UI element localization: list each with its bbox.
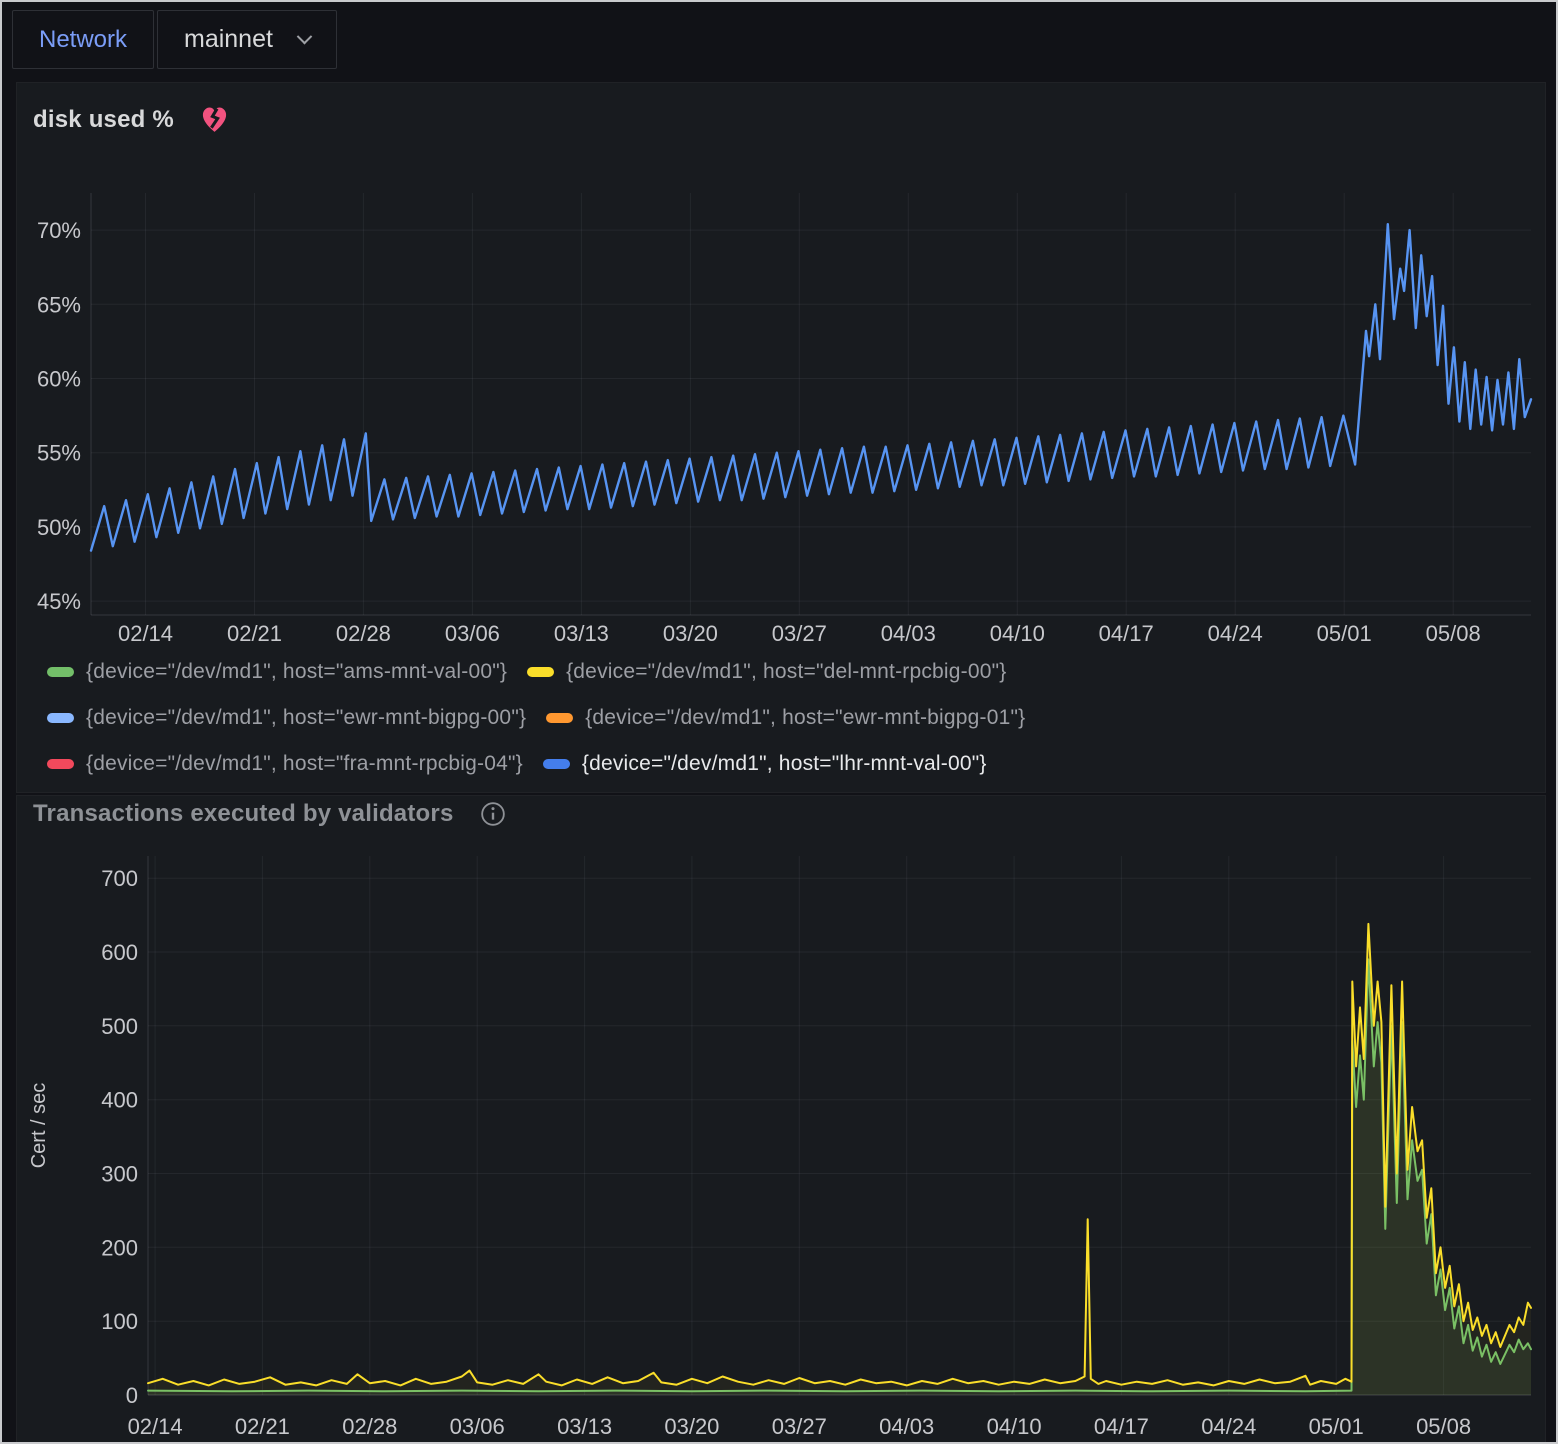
x-axis-tick-label: 02/14 xyxy=(128,1414,183,1439)
panel-disk-used: disk used % 02/14 02/21 02/28 03/06 03/13 03/… xyxy=(16,82,1546,793)
network-label-text: Network xyxy=(39,26,127,54)
x-axis-tick-label: 03/06 xyxy=(450,1414,505,1439)
y-axis-tick-label: 45% xyxy=(37,589,81,614)
legend-item[interactable]: {device="/dev/md1", host="fra-mnt-rpcbig… xyxy=(47,749,523,778)
series-fill xyxy=(148,959,1531,1395)
legend-swatch xyxy=(47,713,74,723)
y-axis-tick-label: 500 xyxy=(101,1014,138,1039)
y-axis-title: Cert / sec xyxy=(28,1083,50,1169)
y-axis-tick-label: 400 xyxy=(101,1088,138,1113)
broken-heart-icon xyxy=(198,103,231,136)
panel-title-disk-used[interactable]: disk used % xyxy=(33,106,174,134)
panel-transactions: Transactions executed by validators 02/1… xyxy=(16,795,1546,1444)
y-axis-tick-label: 70% xyxy=(37,218,81,243)
x-axis-tick-label: 04/03 xyxy=(881,621,936,646)
x-axis-tick-label: 05/08 xyxy=(1416,1414,1471,1439)
legend-label: {device="/dev/md1", host="del-mnt-rpcbig… xyxy=(566,660,1006,684)
series-fill xyxy=(148,924,1531,1395)
network-variable-dropdown[interactable]: mainnet xyxy=(157,10,337,69)
x-axis-tick-label: 04/24 xyxy=(1201,1414,1256,1439)
y-axis-tick-label: 65% xyxy=(37,292,81,317)
y-axis-tick-label: 700 xyxy=(101,866,138,891)
legend-item[interactable]: {device="/dev/md1", host="lhr-mnt-val-00… xyxy=(543,749,987,778)
x-axis-tick-label: 02/28 xyxy=(342,1414,397,1439)
y-axis-tick-label: 0 xyxy=(126,1383,138,1408)
transactions-chart[interactable]: 02/14 02/21 02/28 03/06 03/13 03/20 03/27 04/03… xyxy=(17,836,1547,1444)
x-axis-tick-label: 03/13 xyxy=(554,621,609,646)
x-axis-tick-label: 03/06 xyxy=(445,621,500,646)
legend-label: {device="/dev/md1", host="ewr-mnt-bigpg-… xyxy=(585,706,1025,730)
x-axis-tick-label: 05/01 xyxy=(1309,1414,1364,1439)
series-line xyxy=(91,224,1531,550)
legend-item[interactable]: {device="/dev/md1", host="ewr-mnt-bigpg-… xyxy=(47,703,526,732)
y-axis-tick-label: 100 xyxy=(101,1309,138,1334)
panel-title-transactions[interactable]: Transactions executed by validators xyxy=(33,800,454,828)
y-axis-tick-label: 50% xyxy=(37,515,81,540)
x-axis-tick-label: 02/28 xyxy=(336,621,391,646)
x-axis-tick-label: 05/08 xyxy=(1426,621,1481,646)
x-axis-tick-label: 04/10 xyxy=(987,1414,1042,1439)
legend-item[interactable]: {device="/dev/md1", host="del-mnt-rpcbig… xyxy=(527,657,1006,686)
disk-used-chart[interactable]: 02/14 02/21 02/28 03/06 03/13 03/20 03/27 04/03… xyxy=(17,183,1547,663)
x-axis-tick-label: 04/17 xyxy=(1099,621,1154,646)
x-axis-tick-label: 02/21 xyxy=(227,621,282,646)
y-axis-tick-label: 300 xyxy=(101,1162,138,1187)
x-axis-tick-label: 03/20 xyxy=(664,1414,719,1439)
x-axis-tick-label: 03/13 xyxy=(557,1414,612,1439)
legend-swatch xyxy=(47,759,74,769)
x-axis-tick-label: 03/27 xyxy=(772,1414,827,1439)
legend-swatch xyxy=(47,667,74,677)
legend-item[interactable]: {device="/dev/md1", host="ams-mnt-val-00… xyxy=(47,657,507,686)
x-axis-tick-label: 04/10 xyxy=(990,621,1045,646)
network-variable-label: Network xyxy=(12,10,154,69)
y-axis-tick-label: 600 xyxy=(101,940,138,965)
disk-used-legend: {device="/dev/md1", host="ams-mnt-val-00… xyxy=(47,657,1347,778)
x-axis-tick-label: 03/20 xyxy=(663,621,718,646)
x-axis-tick-label: 04/17 xyxy=(1094,1414,1149,1439)
x-axis-tick-label: 02/21 xyxy=(235,1414,290,1439)
chevron-down-icon xyxy=(297,29,313,45)
legend-swatch xyxy=(527,667,554,677)
series-line xyxy=(148,924,1531,1386)
x-axis-tick-label: 04/03 xyxy=(879,1414,934,1439)
x-axis-tick-label: 02/14 xyxy=(118,621,173,646)
legend-label: {device="/dev/md1", host="lhr-mnt-val-00… xyxy=(582,752,987,776)
x-axis-tick-label: 03/27 xyxy=(772,621,827,646)
legend-swatch xyxy=(543,759,570,769)
dashboard: Network mainnet disk used % 02/1402/2102… xyxy=(0,0,1558,1444)
series-line xyxy=(148,959,1531,1391)
y-axis-tick-label: 200 xyxy=(101,1235,138,1260)
legend-label: {device="/dev/md1", host="ams-mnt-val-00… xyxy=(86,660,507,684)
x-axis-tick-label: 04/24 xyxy=(1208,621,1263,646)
y-axis-tick-label: 60% xyxy=(37,367,81,392)
y-axis-tick-label: 55% xyxy=(37,441,81,466)
network-value-text: mainnet xyxy=(184,25,273,54)
legend-swatch xyxy=(546,713,573,723)
legend-label: {device="/dev/md1", host="ewr-mnt-bigpg-… xyxy=(86,706,526,730)
info-icon[interactable] xyxy=(480,801,506,827)
legend-label: {device="/dev/md1", host="fra-mnt-rpcbig… xyxy=(86,752,523,776)
legend-item[interactable]: {device="/dev/md1", host="ewr-mnt-bigpg-… xyxy=(546,703,1025,732)
x-axis-tick-label: 05/01 xyxy=(1317,621,1372,646)
